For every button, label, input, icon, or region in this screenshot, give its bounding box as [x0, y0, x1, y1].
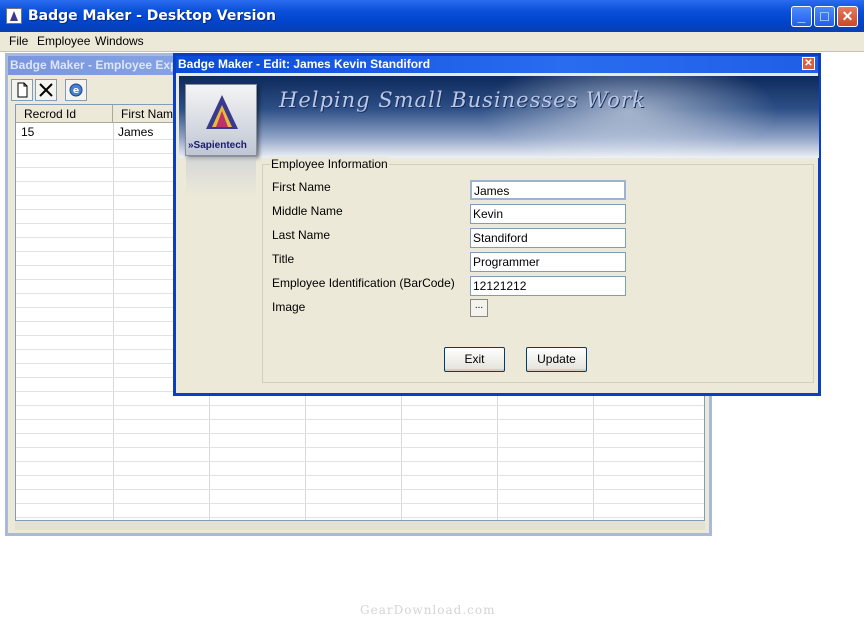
- grid-row-line: [16, 405, 704, 406]
- employee-id-label: Employee Identification (BarCode): [272, 276, 455, 290]
- employee-id-field[interactable]: 12121212: [470, 276, 626, 296]
- menu-windows[interactable]: Windows: [93, 34, 146, 48]
- menu-employee[interactable]: Employee: [35, 34, 92, 48]
- grid-row-line: [16, 503, 704, 504]
- last-name-label: Last Name: [272, 228, 331, 242]
- first-name-label: First Name: [272, 180, 331, 194]
- refresh-icon: e: [69, 83, 83, 97]
- image-browse-button[interactable]: ...: [470, 299, 488, 317]
- minimize-icon: _: [797, 8, 806, 24]
- title-field[interactable]: Programmer: [470, 252, 626, 272]
- middle-name-field[interactable]: Kevin: [470, 204, 626, 224]
- exit-button[interactable]: Exit: [444, 347, 505, 372]
- title-label: Title: [272, 252, 295, 266]
- edit-employee-dialog: Badge Maker - Edit: James Kevin Standifo…: [173, 53, 821, 396]
- close-button[interactable]: ✕: [837, 6, 858, 27]
- grid-row-line: [16, 447, 704, 448]
- logo-triangle-icon: [206, 95, 238, 129]
- delete-x-icon: [39, 83, 53, 97]
- grid-row-line: [16, 517, 704, 518]
- delete-record-button[interactable]: [35, 79, 57, 101]
- close-icon: ✕: [804, 58, 813, 69]
- last-name-field[interactable]: Standiford: [470, 228, 626, 248]
- explorer-title: Badge Maker - Employee Exp: [10, 58, 178, 72]
- dialog-title: Badge Maker - Edit: James Kevin Standifo…: [178, 57, 431, 71]
- main-title-bar[interactable]: Badge Maker - Desktop Version _ □ ✕: [0, 0, 864, 32]
- column-header-record-id[interactable]: Recrod Id: [16, 105, 113, 123]
- svg-text:e: e: [73, 86, 79, 96]
- watermark: GearDownload.com: [360, 603, 496, 617]
- menu-file[interactable]: File: [7, 34, 30, 48]
- grid-row-line: [16, 419, 704, 420]
- minimize-button[interactable]: _: [791, 6, 812, 27]
- cell-first-name[interactable]: James: [118, 125, 153, 139]
- new-document-icon: [17, 82, 28, 98]
- first-name-field[interactable]: James: [470, 180, 626, 200]
- grid-row-line: [16, 461, 704, 462]
- middle-name-label: Middle Name: [272, 204, 343, 218]
- logo-reflection: [186, 157, 256, 197]
- new-record-button[interactable]: [11, 79, 33, 101]
- update-button[interactable]: Update: [526, 347, 587, 372]
- grid-row-line: [16, 433, 704, 434]
- dialog-title-bar[interactable]: Badge Maker - Edit: James Kevin Standifo…: [176, 56, 818, 73]
- window-title: Badge Maker - Desktop Version: [28, 8, 276, 24]
- maximize-button[interactable]: □: [814, 6, 835, 27]
- menu-bar: File Employee Windows: [0, 32, 864, 52]
- header-banner: Helping Small Businesses Work: [179, 76, 819, 158]
- banner-slogan: Helping Small Businesses Work: [279, 88, 646, 112]
- horizontal-scrollbar[interactable]: [15, 521, 705, 530]
- group-label: Employee Information: [270, 157, 389, 171]
- dialog-close-button[interactable]: ✕: [802, 57, 815, 70]
- logo-text: »Sapientech: [188, 140, 247, 151]
- grid-row-line: [16, 475, 704, 476]
- company-logo: »Sapientech: [185, 84, 257, 156]
- grid-row-line: [16, 489, 704, 490]
- maximize-icon: □: [820, 8, 829, 24]
- refresh-button[interactable]: e: [65, 79, 87, 101]
- image-label: Image: [272, 300, 306, 314]
- app-icon[interactable]: [6, 8, 22, 24]
- close-icon: ✕: [841, 8, 854, 24]
- cell-record-id[interactable]: 15: [21, 125, 34, 139]
